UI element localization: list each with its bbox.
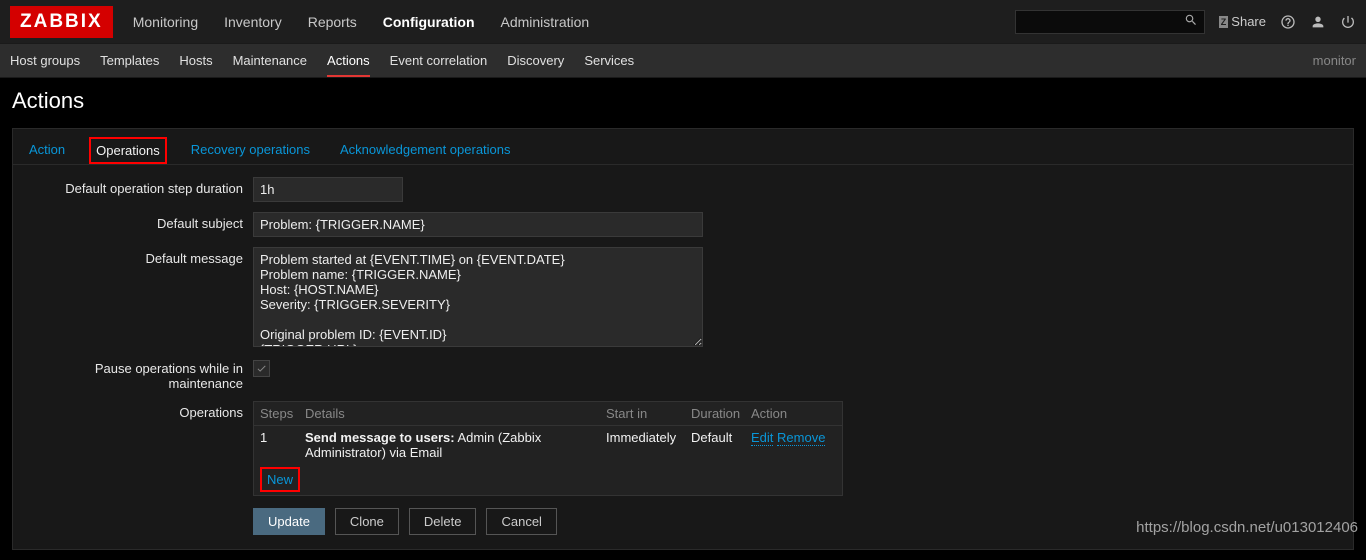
ops-header-action: Action — [751, 406, 836, 421]
subnav-templates[interactable]: Templates — [100, 45, 159, 76]
input-default-message[interactable] — [253, 247, 703, 347]
label-pause: Pause operations while in maintenance — [23, 357, 253, 391]
ops-edit-link[interactable]: Edit — [751, 430, 773, 446]
ops-header-duration: Duration — [691, 406, 741, 421]
operations-table: Steps Details Start in Duration Action 1… — [253, 401, 843, 496]
tab-recovery-operations[interactable]: Recovery operations — [185, 137, 316, 164]
subnav-hosts[interactable]: Hosts — [179, 45, 212, 76]
delete-button[interactable]: Delete — [409, 508, 477, 535]
ops-cell-steps: 1 — [260, 430, 295, 460]
nav-configuration[interactable]: Configuration — [381, 2, 477, 42]
tab-action[interactable]: Action — [23, 137, 71, 164]
row-message: Default message — [23, 247, 1343, 347]
subnav-event-correlation[interactable]: Event correlation — [390, 45, 488, 76]
zabbix-logo[interactable]: ZABBIX — [10, 6, 113, 38]
nav-reports[interactable]: Reports — [306, 2, 359, 42]
ops-table-row: 1 Send message to users: Admin (Zabbix A… — [254, 426, 842, 464]
nav-inventory[interactable]: Inventory — [222, 2, 284, 42]
ops-cell-action: Edit Remove — [751, 430, 836, 460]
search-input[interactable] — [1015, 10, 1205, 34]
label-message: Default message — [23, 247, 253, 266]
top-header: ZABBIX Monitoring Inventory Reports Conf… — [0, 0, 1366, 44]
share-z-icon: Z — [1219, 16, 1229, 28]
row-pause: Pause operations while in maintenance — [23, 357, 1343, 391]
nav-administration[interactable]: Administration — [499, 2, 592, 42]
page-title: Actions — [12, 88, 1354, 114]
ops-remove-link[interactable]: Remove — [777, 430, 825, 446]
checkbox-pause-maintenance[interactable] — [253, 360, 270, 377]
ops-details-bold: Send message to users: — [305, 430, 455, 445]
row-operations: Operations Steps Details Start in Durati… — [23, 401, 1343, 496]
subnav-services[interactable]: Services — [584, 45, 634, 76]
ops-header-startin: Start in — [606, 406, 681, 421]
label-duration: Default operation step duration — [23, 177, 253, 196]
cancel-button[interactable]: Cancel — [486, 508, 556, 535]
update-button[interactable]: Update — [253, 508, 325, 535]
label-subject: Default subject — [23, 212, 253, 231]
subnav-user-label: monitor — [1313, 53, 1356, 68]
ops-table-header: Steps Details Start in Duration Action — [254, 402, 842, 426]
input-default-subject[interactable] — [253, 212, 703, 237]
share-link[interactable]: Z Share — [1219, 14, 1266, 29]
watermark: https://blog.csdn.net/u013012406 — [1136, 519, 1358, 536]
subnav-discovery[interactable]: Discovery — [507, 45, 564, 76]
config-panel: Action Operations Recovery operations Ac… — [12, 128, 1354, 550]
page-content: Actions Action Operations Recovery opera… — [0, 78, 1366, 560]
row-duration: Default operation step duration — [23, 177, 1343, 202]
main-nav: Monitoring Inventory Reports Configurati… — [131, 2, 1015, 42]
subnav-actions[interactable]: Actions — [327, 45, 370, 77]
ops-header-details: Details — [305, 406, 596, 421]
nav-monitoring[interactable]: Monitoring — [131, 2, 200, 42]
subnav-host-groups[interactable]: Host groups — [10, 45, 80, 76]
subnav-maintenance[interactable]: Maintenance — [233, 45, 307, 76]
clone-button[interactable]: Clone — [335, 508, 399, 535]
help-icon[interactable] — [1280, 14, 1296, 30]
tabs: Action Operations Recovery operations Ac… — [13, 129, 1353, 165]
sub-nav: Host groups Templates Hosts Maintenance … — [0, 44, 1366, 78]
ops-new-link[interactable]: New — [260, 467, 300, 492]
tab-operations[interactable]: Operations — [89, 137, 167, 164]
share-label: Share — [1231, 14, 1266, 29]
user-icon[interactable] — [1310, 14, 1326, 30]
power-icon[interactable] — [1340, 14, 1356, 30]
ops-header-steps: Steps — [260, 406, 295, 421]
ops-cell-startin: Immediately — [606, 430, 681, 460]
label-operations: Operations — [23, 401, 253, 420]
check-icon — [256, 363, 267, 374]
operations-form: Default operation step duration Default … — [13, 165, 1353, 549]
row-subject: Default subject — [23, 212, 1343, 237]
search-icon — [1184, 13, 1198, 30]
ops-cell-details: Send message to users: Admin (Zabbix Adm… — [305, 430, 596, 460]
tab-acknowledgement-operations[interactable]: Acknowledgement operations — [334, 137, 517, 164]
input-step-duration[interactable] — [253, 177, 403, 202]
ops-new-row: New — [254, 464, 842, 495]
header-right: Z Share — [1015, 10, 1356, 34]
ops-cell-duration: Default — [691, 430, 741, 460]
